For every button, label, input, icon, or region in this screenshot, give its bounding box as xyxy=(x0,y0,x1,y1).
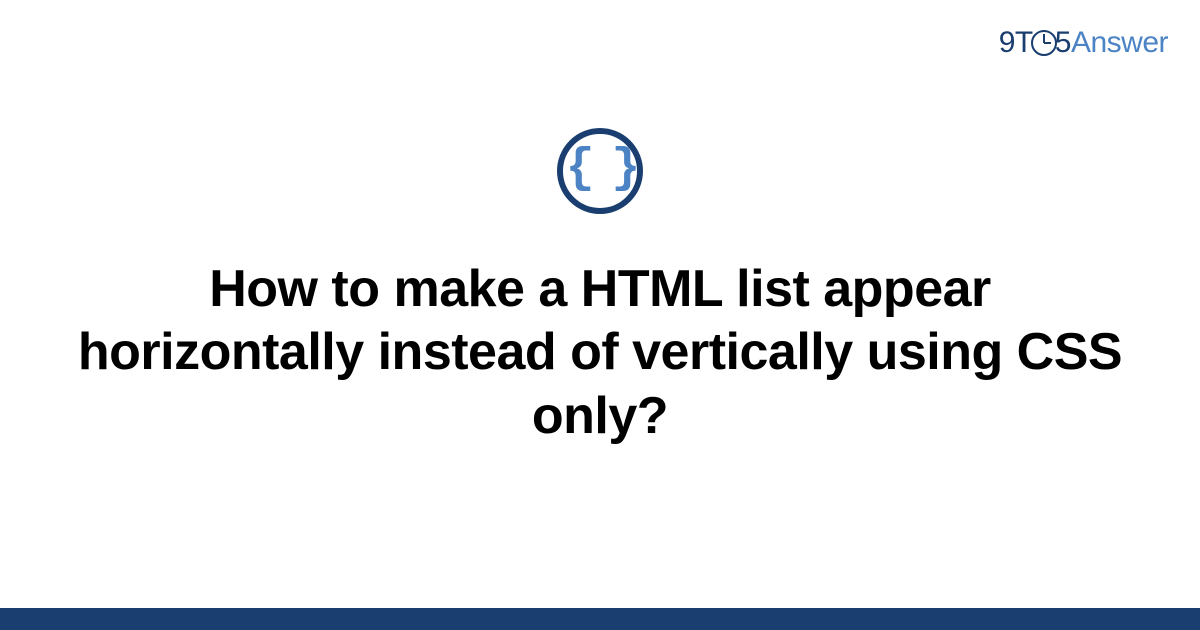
footer-bar xyxy=(0,608,1200,630)
logo-text-9t: 9T xyxy=(999,26,1033,59)
logo-text-5: 5 xyxy=(1055,26,1071,59)
topic-icon-container: { } xyxy=(557,128,643,214)
site-logo: 9T 5Answer xyxy=(999,26,1168,60)
question-title: How to make a HTML list appear horizonta… xyxy=(0,258,1200,448)
clock-icon xyxy=(1031,30,1057,56)
code-braces-icon: { } xyxy=(557,128,643,214)
braces-glyph: { } xyxy=(566,145,634,193)
logo-text-answer: Answer xyxy=(1071,26,1168,59)
